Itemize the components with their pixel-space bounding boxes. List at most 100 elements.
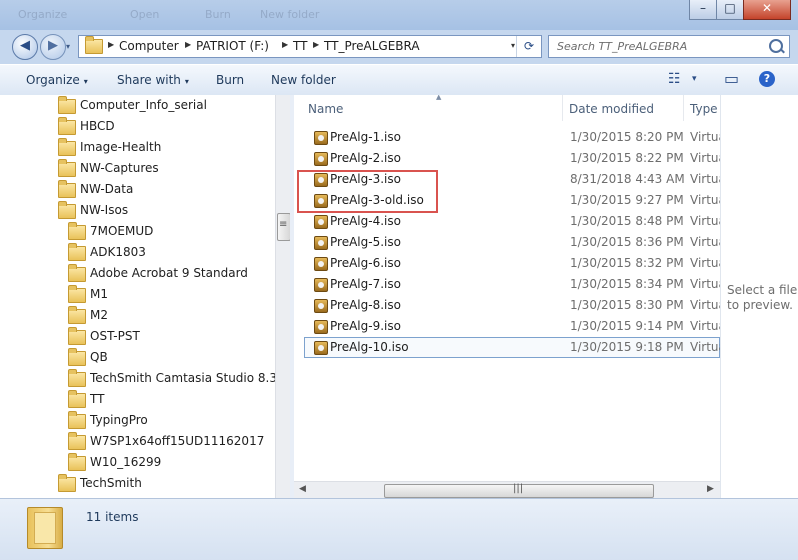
tree-item-label: Adobe Acrobat 9 Standard: [90, 266, 248, 280]
folder-icon: [68, 369, 86, 387]
address-bar[interactable]: ▶ Computer ▶ PATRIOT (F:) ▶ TT ▶ TT_PreA…: [78, 35, 542, 58]
scroll-left-icon[interactable]: ◀: [299, 484, 306, 494]
maximize-button[interactable]: □: [716, 0, 744, 20]
folder-icon: [68, 306, 86, 324]
disc-image-icon: [314, 215, 328, 229]
file-row[interactable]: PreAlg-2.iso 1/30/2015 8:22 PM Virtua: [304, 148, 720, 169]
file-date: 1/30/2015 8:22 PM: [570, 151, 684, 165]
file-name: PreAlg-4.iso: [330, 214, 401, 228]
preview-message-line: to preview.: [727, 298, 793, 312]
organize-button[interactable]: Organize ▾: [26, 73, 88, 87]
details-pane: 11 items: [0, 498, 798, 560]
tree-item-label: 7MOEMUD: [90, 224, 154, 238]
file-type: Virtua: [690, 319, 720, 333]
chevron-down-icon: ▾: [184, 77, 189, 86]
burn-button[interactable]: Burn: [216, 73, 244, 87]
file-name: PreAlg-10.iso: [330, 340, 409, 354]
scrollbar-thumb[interactable]: |||: [384, 483, 654, 498]
navigation-pane[interactable]: Computer_Info_serial HBCD Image-Health N…: [0, 95, 275, 498]
recent-pages-dropdown[interactable]: ▾: [66, 42, 70, 51]
tree-item-label: QB: [90, 350, 108, 364]
file-date: 1/30/2015 9:14 PM: [570, 319, 684, 333]
file-name: PreAlg-9.iso: [330, 319, 401, 333]
scrollbar-grip-icon: |||: [513, 483, 524, 494]
file-row[interactable]: PreAlg-4.iso 1/30/2015 8:48 PM Virtua: [304, 211, 720, 232]
command-toolbar: Organize ▾ Share with ▾ Burn New folder ☷ …: [0, 64, 798, 97]
tree-item-label: TechSmith: [80, 476, 142, 490]
folder-icon: [58, 474, 76, 492]
navigation-pane-scrollbar[interactable]: [275, 95, 291, 498]
disc-image-icon: [314, 299, 328, 313]
file-name: PreAlg-8.iso: [330, 298, 401, 312]
folder-icon: [68, 348, 86, 366]
search-input[interactable]: [555, 37, 759, 56]
file-name: PreAlg-3.iso: [330, 172, 401, 186]
minimize-button[interactable]: –: [689, 0, 717, 20]
folder-icon: [58, 201, 76, 219]
column-header-date-modified[interactable]: Date modified: [563, 95, 684, 121]
file-row[interactable]: PreAlg-6.iso 1/30/2015 8:32 PM Virtua: [304, 253, 720, 274]
minimize-icon: –: [700, 1, 706, 15]
crumb-computer[interactable]: Computer: [119, 39, 179, 53]
folder-icon: [68, 264, 86, 282]
file-date: 1/30/2015 8:36 PM: [570, 235, 684, 249]
crumb-separator[interactable]: ▶: [282, 40, 288, 49]
address-dropdown-icon[interactable]: ▾: [511, 41, 515, 50]
file-row[interactable]: PreAlg-5.iso 1/30/2015 8:36 PM Virtua: [304, 232, 720, 253]
share-with-button[interactable]: Share with ▾: [117, 73, 189, 87]
file-date: 1/30/2015 8:30 PM: [570, 298, 684, 312]
crumb-separator[interactable]: ▶: [313, 40, 319, 49]
file-row[interactable]: PreAlg-3.iso 8/31/2018 4:43 AM Virtua: [304, 169, 720, 190]
disc-image-icon: [314, 131, 328, 145]
file-list-pane[interactable]: Name ▲ Date modified Type PreAlg-1.iso 1/3…: [294, 95, 720, 498]
back-button[interactable]: ◀: [12, 34, 38, 60]
file-row[interactable]: PreAlg-1.iso 1/30/2015 8:20 PM Virtua: [304, 127, 720, 148]
file-name: PreAlg-1.iso: [330, 130, 401, 144]
file-row[interactable]: PreAlg-10.iso 1/30/2015 9:18 PM Virtua: [304, 337, 720, 358]
help-icon[interactable]: ?: [759, 71, 775, 87]
tree-item-label: HBCD: [80, 119, 115, 133]
file-type: Virtua: [690, 172, 720, 186]
ghost-burn: Burn: [205, 8, 231, 21]
forward-button[interactable]: ▶: [40, 34, 66, 60]
tree-item-label: W10_16299: [90, 455, 162, 469]
new-folder-button[interactable]: New folder: [271, 73, 336, 87]
folder-icon: [58, 138, 76, 156]
ghost-open: Open: [130, 8, 160, 21]
crumb-patriot-drive[interactable]: PATRIOT (F:): [196, 39, 269, 53]
search-icon[interactable]: [769, 39, 783, 53]
preview-pane-icon[interactable]: ▭: [724, 69, 739, 88]
folder-icon: [68, 327, 86, 345]
tree-item-label: NW-Isos: [80, 203, 129, 217]
refresh-button[interactable]: ⟳: [516, 36, 541, 57]
disc-image-icon: [314, 194, 328, 208]
folder-icon: [68, 411, 86, 429]
file-row[interactable]: PreAlg-3-old.iso 1/30/2015 9:27 PM Virtua: [304, 190, 720, 211]
crumb-separator[interactable]: ▶: [185, 40, 191, 49]
file-date: 1/30/2015 8:32 PM: [570, 256, 684, 270]
scrollbar-thumb[interactable]: [277, 213, 291, 241]
file-row[interactable]: PreAlg-7.iso 1/30/2015 8:34 PM Virtua: [304, 274, 720, 295]
crumb-separator[interactable]: ▶: [108, 40, 114, 49]
views-icon[interactable]: ☷: [668, 71, 681, 87]
file-row[interactable]: PreAlg-9.iso 1/30/2015 9:14 PM Virtua: [304, 316, 720, 337]
column-header-type[interactable]: Type: [684, 95, 720, 121]
views-dropdown-icon[interactable]: ▾: [692, 74, 697, 84]
preview-pane: Select a file to preview.: [720, 95, 798, 498]
maximize-icon: □: [724, 1, 736, 15]
column-header-label: Type: [690, 102, 718, 116]
file-list-horizontal-scrollbar[interactable]: ◀ ||| ▶: [294, 481, 720, 499]
crumb-tt[interactable]: TT: [293, 39, 307, 53]
tree-item-label: NW-Data: [80, 182, 134, 196]
file-row[interactable]: PreAlg-8.iso 1/30/2015 8:30 PM Virtua: [304, 295, 720, 316]
tree-item-label: ADK1803: [90, 245, 146, 259]
crumb-tt-prealgebra[interactable]: TT_PreALGEBRA: [324, 39, 420, 53]
column-header-name[interactable]: Name ▲: [302, 95, 563, 121]
file-type: Virtua: [690, 277, 720, 291]
file-name: PreAlg-6.iso: [330, 256, 401, 270]
search-box[interactable]: [548, 35, 790, 58]
file-date: 1/30/2015 8:34 PM: [570, 277, 684, 291]
scroll-right-icon[interactable]: ▶: [707, 484, 714, 494]
file-name: PreAlg-3-old.iso: [330, 193, 424, 207]
close-button[interactable]: ✕: [743, 0, 791, 20]
